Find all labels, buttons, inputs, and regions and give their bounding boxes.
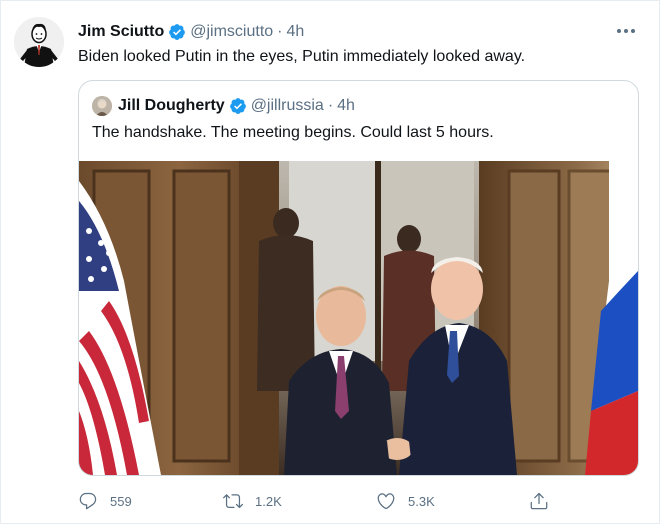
separator-dot: ·	[327, 97, 334, 114]
author-handle[interactable]: @jimsciutto	[190, 23, 273, 41]
author-name[interactable]: Jim Sciutto	[78, 23, 164, 41]
tweet-header: Jim Sciutto @jimsciutto · 4h	[78, 21, 304, 43]
heart-icon	[376, 491, 396, 511]
tweet-card[interactable]: Jim Sciutto @jimsciutto · 4h Biden looke…	[0, 0, 660, 524]
like-button[interactable]: 5.3K	[376, 489, 435, 513]
retweet-icon	[223, 491, 243, 511]
tweet-text: Biden looked Putin in the eyes, Putin im…	[78, 48, 526, 65]
reply-button[interactable]: 559	[78, 489, 132, 513]
like-count: 5.3K	[408, 493, 435, 509]
retweet-count: 1.2K	[255, 493, 282, 509]
handshake-photo[interactable]	[79, 161, 638, 475]
quoted-author-name[interactable]: Jill Dougherty	[118, 97, 225, 115]
quoted-tweet-timestamp[interactable]: 4h	[337, 97, 355, 115]
quoted-tweet-text: The handshake. The meeting begins. Could…	[92, 124, 494, 141]
quoted-tweet[interactable]: Jill Dougherty @jillrussia · 4h The hand…	[78, 80, 639, 476]
retweet-button[interactable]: 1.2K	[223, 489, 282, 513]
quoted-author-handle[interactable]: @jillrussia	[251, 97, 324, 115]
reply-icon	[78, 491, 98, 511]
quoted-author-avatar	[92, 96, 112, 116]
verified-badge-icon	[168, 23, 186, 41]
separator-dot: ·	[277, 23, 283, 40]
share-icon	[529, 491, 549, 511]
tweet-actions: 559 1.2K 5.3K	[78, 489, 558, 513]
reply-count: 559	[110, 493, 132, 509]
share-button[interactable]	[529, 489, 549, 513]
author-avatar[interactable]	[14, 17, 64, 67]
verified-badge-icon	[229, 97, 247, 115]
quoted-tweet-header: Jill Dougherty @jillrussia · 4h	[92, 95, 355, 117]
tweet-timestamp[interactable]: 4h	[286, 23, 304, 41]
more-options-icon[interactable]	[615, 21, 637, 41]
